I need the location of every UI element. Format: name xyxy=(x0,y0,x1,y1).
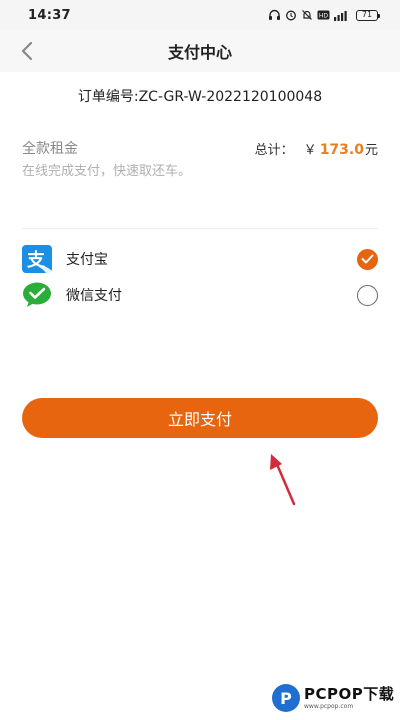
status-bar: 14:37 HD 71 xyxy=(0,0,400,30)
annotation-arrow-icon xyxy=(270,454,296,506)
rent-label: 全款租金 xyxy=(22,141,78,157)
payment-option-label: 微信支付 xyxy=(66,288,122,304)
checkmark-icon xyxy=(361,254,374,264)
pay-now-button[interactable]: 立即支付 xyxy=(22,398,378,438)
divider xyxy=(22,228,378,229)
headset-icon xyxy=(269,9,280,20)
alipay-icon: 支 xyxy=(22,245,52,273)
rent-summary: 全款租金 总计： ￥ 173.0 元 在线完成支付，快速取还车。 xyxy=(22,138,378,179)
order-number: 订单编号:ZC-GR-W-2022120100048 xyxy=(77,89,323,105)
radio-unchecked[interactable] xyxy=(357,284,378,306)
pcpop-logo-icon: P xyxy=(272,684,300,712)
payment-option-alipay[interactable]: 支 支付宝 xyxy=(22,244,378,274)
currency-symbol: ￥ xyxy=(303,142,317,158)
status-icons: HD 71 xyxy=(268,9,380,21)
svg-text:HD: HD xyxy=(319,13,329,20)
hd-icon: HD xyxy=(317,10,330,20)
back-button[interactable] xyxy=(12,36,42,66)
total-price: 总计： ￥ 173.0 元 xyxy=(255,139,378,158)
battery-icon: 71 xyxy=(356,9,380,21)
wechat-pay-icon xyxy=(22,281,52,309)
status-time: 14:37 xyxy=(28,7,71,23)
signal-icon xyxy=(334,10,347,21)
payment-option-label: 支付宝 xyxy=(66,252,108,268)
watermark: P PCPOP下载 www.pcpop.com xyxy=(272,684,394,712)
radio-checked[interactable] xyxy=(357,248,378,270)
total-amount: 173.0 xyxy=(319,141,364,158)
total-label: 总计： xyxy=(254,142,294,158)
payment-option-wechat[interactable]: 微信支付 xyxy=(22,280,378,310)
chevron-left-icon xyxy=(21,41,33,61)
rent-tip: 在线完成支付，快速取还车。 xyxy=(22,164,192,179)
page-title: 支付中心 xyxy=(167,43,232,62)
nav-bar: 支付中心 xyxy=(0,30,400,72)
watermark-text: PCPOP下载 xyxy=(304,684,395,703)
alarm-icon xyxy=(286,10,296,21)
mute-bell-icon xyxy=(302,10,312,20)
currency-unit: 元 xyxy=(364,142,378,158)
watermark-subtext: www.pcpop.com xyxy=(304,702,354,710)
